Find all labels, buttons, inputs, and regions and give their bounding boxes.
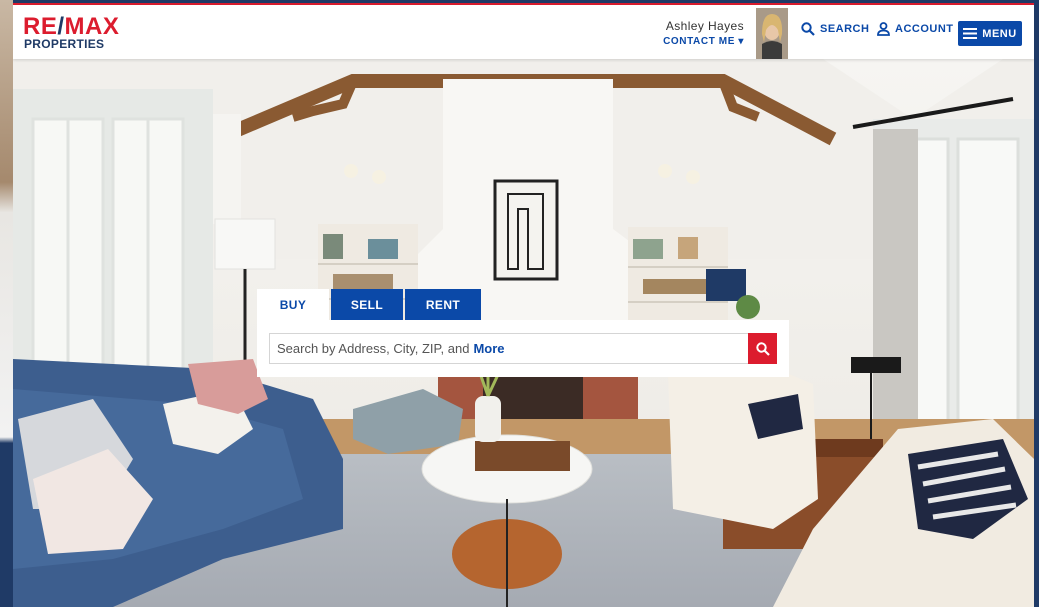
hamburger-icon bbox=[963, 28, 978, 39]
site-header: RE/MAX PROPERTIES Ashley Hayes CONTACT M… bbox=[13, 5, 1034, 59]
logo-slash: / bbox=[57, 13, 65, 40]
tab-buy[interactable]: BUY bbox=[257, 289, 329, 320]
account-nav-label: ACCOUNT bbox=[895, 23, 954, 35]
property-search-widget: BUY SELL RENT Search by Address, City, Z… bbox=[257, 289, 789, 377]
logo-wordmark: RE/MAX bbox=[23, 13, 120, 40]
search-placeholder-more: More bbox=[473, 341, 505, 356]
site-frame: RE/MAX PROPERTIES Ashley Hayes CONTACT M… bbox=[13, 0, 1034, 607]
window-edge bbox=[1034, 0, 1039, 607]
account-nav-button[interactable]: ACCOUNT bbox=[877, 22, 954, 36]
search-panel: Search by Address, City, ZIP, and More bbox=[257, 320, 789, 377]
contact-me-link[interactable]: CONTACT ME ▾ bbox=[663, 36, 744, 47]
agent-name: Ashley Hayes bbox=[665, 19, 744, 33]
search-nav-label: SEARCH bbox=[820, 23, 870, 35]
menu-button[interactable]: MENU bbox=[958, 21, 1022, 46]
agent-info: Ashley Hayes CONTACT ME ▾ bbox=[663, 19, 744, 47]
remax-logo[interactable]: RE/MAX PROPERTIES bbox=[23, 13, 120, 51]
caret-down-icon: ▾ bbox=[738, 36, 744, 47]
search-icon bbox=[801, 22, 815, 36]
search-input[interactable]: Search by Address, City, ZIP, and More bbox=[269, 333, 749, 364]
tab-sell[interactable]: SELL bbox=[331, 289, 403, 320]
menu-label: MENU bbox=[982, 27, 1017, 40]
search-nav-button[interactable]: SEARCH bbox=[801, 22, 869, 36]
user-icon bbox=[877, 22, 890, 36]
search-icon bbox=[755, 341, 770, 356]
search-tabs: BUY SELL RENT bbox=[257, 289, 789, 320]
tab-rent[interactable]: RENT bbox=[405, 289, 481, 320]
contact-me-label: CONTACT ME bbox=[663, 36, 735, 47]
search-placeholder: Search by Address, City, ZIP, and bbox=[277, 341, 470, 356]
logo-mark: RE/MAX bbox=[23, 13, 120, 40]
agent-avatar[interactable] bbox=[756, 8, 788, 59]
search-submit-button[interactable] bbox=[748, 333, 777, 364]
